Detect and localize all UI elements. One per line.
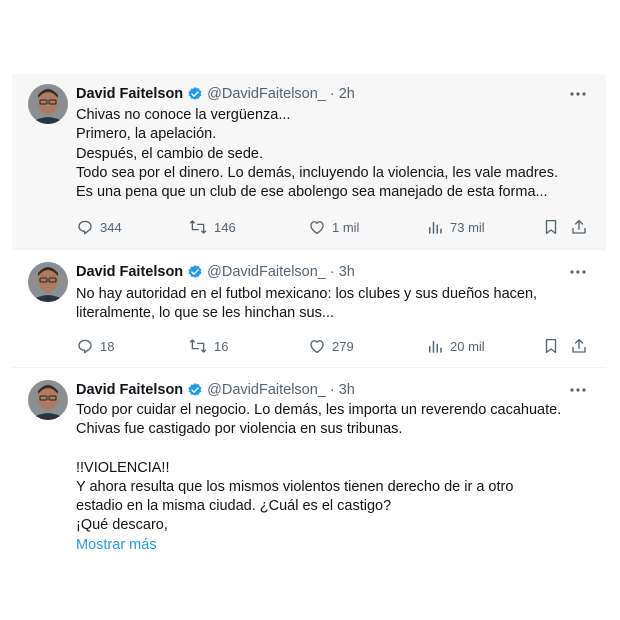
verified-badge-icon [187, 264, 203, 280]
bookmark-button[interactable] [542, 218, 560, 236]
avatar[interactable] [28, 262, 68, 302]
timestamp[interactable]: 2h [339, 86, 355, 102]
views-count: 73 mil [450, 219, 485, 235]
views-button[interactable]: 73 mil [426, 218, 485, 236]
timeline: David Faitelson @DavidFaitelson_ · 2h Ch… [12, 74, 606, 556]
share-button[interactable] [570, 337, 588, 355]
more-icon[interactable] [566, 85, 590, 103]
tweet-text: No hay autoridad en el futbol mexicano: … [76, 285, 592, 324]
like-count: 279 [332, 338, 354, 354]
views-count: 20 mil [450, 338, 485, 354]
repost-button[interactable]: 16 [188, 337, 228, 355]
bookmark-button[interactable] [542, 337, 560, 355]
show-more-link[interactable]: Mostrar más [76, 536, 592, 555]
verified-badge-icon [187, 382, 203, 398]
tweet-line: Y ahora resulta que los mismos violentos… [76, 478, 514, 495]
verified-badge-icon [187, 86, 203, 102]
reply-count: 344 [100, 219, 122, 235]
author-name[interactable]: David Faitelson [76, 264, 183, 280]
tweet-line: Chivas no conoce la vergüenza... [76, 107, 291, 123]
tweet-line: Chivas fue castigado por violencia en su… [76, 421, 403, 438]
repost-icon [189, 220, 207, 234]
tweet-text: Chivas no conoce la vergüenza... Primero… [76, 106, 592, 202]
repost-count: 146 [214, 219, 236, 235]
reply-icon [78, 220, 92, 235]
like-icon [310, 340, 324, 354]
like-button[interactable]: 1 mil [308, 218, 359, 236]
action-bar: 344 146 1 mil 73 mil [76, 217, 590, 237]
tweet-line: Primero, la apelación. [76, 126, 217, 143]
reply-button[interactable]: 18 [76, 337, 114, 355]
tweet-header: David Faitelson @DavidFaitelson_ · 3h [76, 380, 590, 400]
avatar-image [28, 380, 68, 420]
avatar[interactable] [28, 84, 68, 124]
views-button[interactable]: 20 mil [426, 337, 485, 355]
bookmark-icon [545, 219, 557, 235]
tweet-line: Después, el cambio de sede. [76, 145, 263, 162]
like-button[interactable]: 279 [308, 337, 354, 355]
tweet-line: !!VIOLENCIA!! [76, 459, 170, 476]
repost-count: 16 [214, 338, 229, 354]
author-handle[interactable]: @DavidFaitelson_ [207, 382, 326, 398]
reply-button[interactable]: 344 [76, 218, 122, 236]
tweet[interactable]: David Faitelson @DavidFaitelson_ · 3h No… [12, 250, 606, 368]
like-count: 1 mil [332, 219, 360, 235]
tweet-line: Todo sea por el dinero. Lo demás, incluy… [76, 164, 558, 181]
avatar-image [28, 262, 68, 302]
tweet-line: Todo por cuidar el negocio. Lo demás, le… [76, 402, 562, 418]
more-icon[interactable] [566, 381, 590, 399]
share-button[interactable] [570, 218, 588, 236]
author-handle[interactable]: @DavidFaitelson_ [207, 86, 326, 102]
author-handle[interactable]: @DavidFaitelson_ [207, 264, 326, 280]
tweet-header: David Faitelson @DavidFaitelson_ · 3h [76, 262, 590, 282]
author-name[interactable]: David Faitelson [76, 86, 183, 102]
like-icon [310, 221, 324, 235]
tweet-line: Es una pena que un club de ese abolengo … [76, 184, 548, 201]
separator-dot: · [329, 86, 335, 102]
repost-icon [189, 339, 207, 353]
views-icon [429, 340, 442, 353]
timestamp[interactable]: 3h [339, 382, 355, 398]
action-bar: 18 16 279 20 mil [76, 336, 590, 356]
separator-dot: · [329, 264, 335, 280]
tweet[interactable]: David Faitelson @DavidFaitelson_ · 3h To… [12, 368, 606, 556]
tweet-line: No hay autoridad en el futbol mexicano: … [76, 286, 538, 302]
tweet-line: literalmente, lo que se les hinchan sus.… [76, 305, 334, 322]
tweet-line: estadio en la misma ciudad. ¿Cuál es el … [76, 498, 392, 515]
avatar-image [28, 84, 68, 124]
tweet[interactable]: David Faitelson @DavidFaitelson_ · 2h Ch… [12, 74, 606, 250]
reply-icon [78, 339, 92, 354]
timestamp[interactable]: 3h [339, 264, 355, 280]
more-icon[interactable] [566, 263, 590, 281]
views-icon [429, 221, 442, 234]
tweet-header: David Faitelson @DavidFaitelson_ · 2h [76, 84, 590, 104]
reply-count: 18 [100, 338, 115, 354]
tweet-line: ¡Qué descaro, [76, 517, 168, 534]
bookmark-icon [545, 338, 557, 354]
author-name[interactable]: David Faitelson [76, 382, 183, 398]
separator-dot: · [329, 382, 335, 398]
repost-button[interactable]: 146 [188, 218, 236, 236]
share-icon [572, 338, 586, 353]
avatar[interactable] [28, 380, 68, 420]
share-icon [572, 219, 586, 234]
tweet-text: Todo por cuidar el negocio. Lo demás, le… [76, 401, 592, 555]
